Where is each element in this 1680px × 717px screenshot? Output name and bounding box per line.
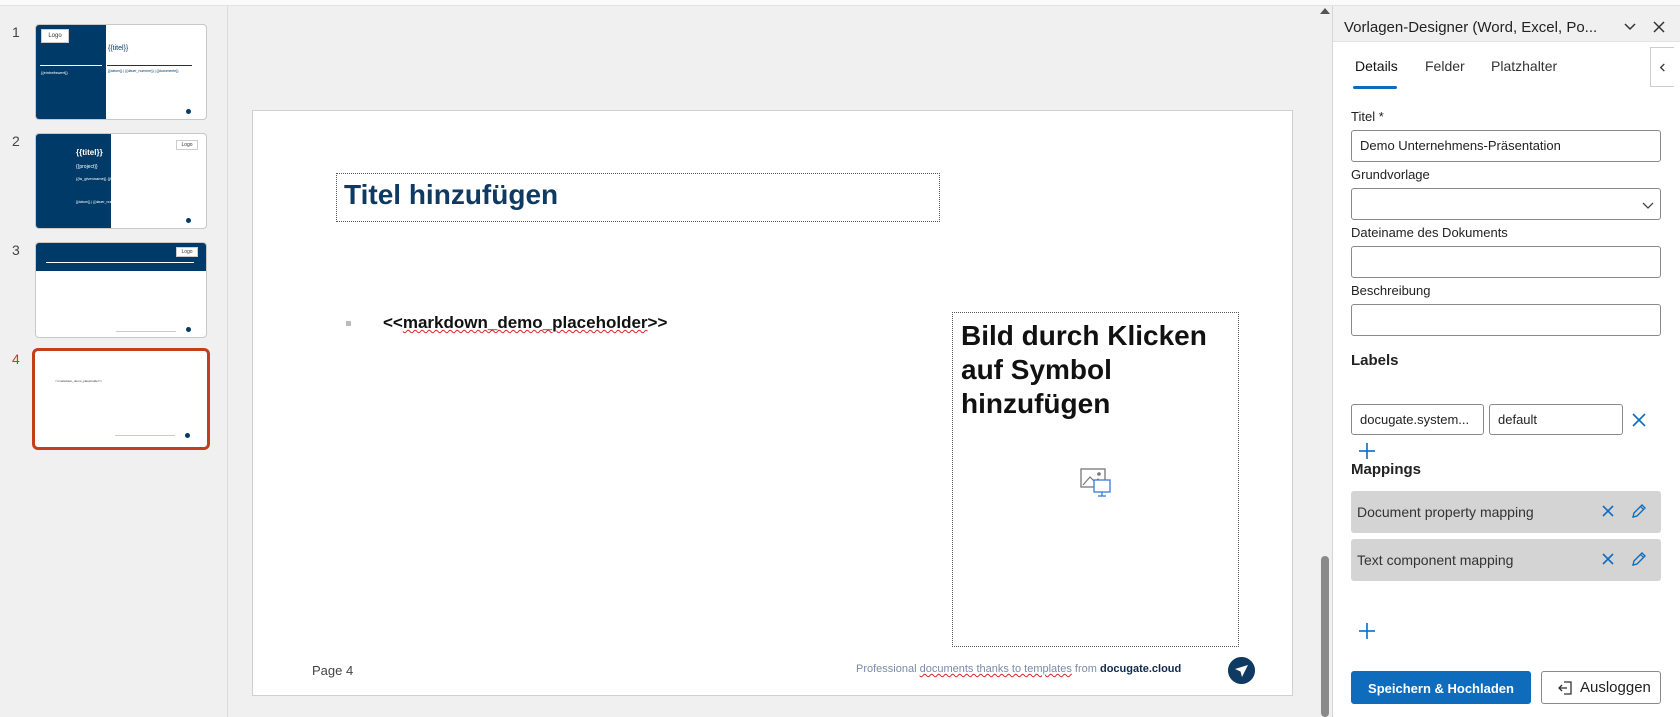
- thumb-meta: {{datum}} | {{dauer_nummer}} | {{documen…: [76, 200, 147, 204]
- titel-input[interactable]: Demo Unternehmens-Präsentation: [1351, 130, 1661, 162]
- labels-heading: Labels: [1351, 352, 1399, 369]
- remove-mapping-icon[interactable]: [1601, 504, 1615, 518]
- content-placeholder[interactable]: <<markdown_demo_placeholder>>: [383, 313, 667, 333]
- title-placeholder[interactable]: Titel hinzufügen: [336, 173, 940, 222]
- slide-footer-text: Professional documents thanks to templat…: [856, 663, 1181, 675]
- image-placeholder-text: Bild durch Klicken auf Symbol hinzufügen: [961, 320, 1207, 419]
- powerpoint-window: 1 Logo {{einheitswert}} {{titel}} {{datu…: [0, 0, 1680, 717]
- footer-prefix: Professional: [856, 663, 920, 675]
- thumbnail-number: 3: [12, 242, 20, 258]
- thumb-logo: Logo: [41, 29, 69, 43]
- thumb-title: {{titel}}: [76, 148, 103, 157]
- chevron-down-icon[interactable]: [1623, 20, 1637, 34]
- pane-tabs: Details Felder Platzhalter: [1333, 42, 1680, 92]
- thumbnail-number: 4: [12, 351, 20, 367]
- bullet-marker: [346, 321, 351, 326]
- thumb-meta: {{datum}} | {{dauer_nummer}} | {{documen…: [108, 69, 179, 73]
- active-tab-indicator: [1353, 86, 1397, 89]
- dateiname-label: Dateiname des Dokuments: [1351, 225, 1508, 240]
- scroll-up-arrow-icon[interactable]: [1320, 8, 1330, 14]
- logout-label: Ausloggen: [1580, 679, 1651, 696]
- beschreibung-label: Beschreibung: [1351, 283, 1431, 298]
- mapping-label: Document property mapping: [1357, 504, 1534, 520]
- content-suffix: >>: [647, 313, 668, 332]
- pane-body: Details Felder Platzhalter Titel * Demo …: [1333, 42, 1680, 717]
- slide-thumbnail-4[interactable]: <<markdown_demo_placeholder>>: [32, 348, 210, 450]
- thumbnail-row-1: 1 Logo {{einheitswert}} {{titel}} {{datu…: [0, 24, 228, 124]
- thumbnail-row-3: 3 Logo: [0, 242, 228, 342]
- image-placeholder[interactable]: Bild durch Klicken auf Symbol hinzufügen: [952, 312, 1239, 647]
- grundvorlage-select[interactable]: [1351, 188, 1661, 220]
- thumb-header-line: [46, 262, 194, 263]
- collapse-pane-button[interactable]: [1650, 47, 1674, 87]
- thumb-footer-line: [115, 435, 175, 436]
- slide-thumbnail-2[interactable]: Logo {{titel}} {{project}} {{fa_givennam…: [35, 133, 207, 229]
- mapping-item[interactable]: Text component mapping: [1351, 539, 1661, 581]
- thumb-logo: Logo: [176, 140, 198, 150]
- logout-icon: [1558, 681, 1572, 695]
- thumb-logo: Logo: [176, 247, 198, 257]
- label-key-input[interactable]: docugate.system...: [1351, 404, 1484, 435]
- remove-mapping-icon[interactable]: [1601, 552, 1615, 566]
- thumb-title-line: [107, 65, 192, 66]
- slide-page-number: Page 4: [312, 663, 354, 678]
- footer-squiggle-text: documents thanks to templates: [919, 663, 1072, 675]
- remove-label-icon[interactable]: [1630, 411, 1648, 429]
- slide-thumbnail-pane[interactable]: 1 Logo {{einheitswert}} {{titel}} {{datu…: [0, 6, 228, 717]
- scrollbar-thumb[interactable]: [1321, 556, 1329, 717]
- docugate-logo-icon: [1228, 657, 1255, 684]
- thumb-names: {{fa_givenname}} {{fa_surname}}: [76, 176, 135, 181]
- slide-editing-canvas[interactable]: Titel hinzufügen <<markdown_demo_placeho…: [229, 6, 1319, 717]
- edit-mapping-icon[interactable]: [1631, 551, 1647, 567]
- thumb-content-line: <<markdown_demo_placeholder>>: [55, 379, 103, 383]
- grundvorlage-label: Grundvorlage: [1351, 167, 1430, 182]
- thumb-footer-dot: [186, 109, 191, 114]
- thumb-divider: [40, 65, 102, 66]
- slide-thumbnail-1[interactable]: Logo {{einheitswert}} {{titel}} {{datum}…: [35, 24, 207, 120]
- save-upload-button[interactable]: Speichern & Hochladen: [1351, 671, 1531, 704]
- footer-brand: docugate.cloud: [1099, 663, 1182, 675]
- thumb-title: {{titel}}: [108, 45, 129, 52]
- thumb-left-text: {{einheitswert}}: [41, 70, 68, 75]
- thumb-footer-dot: [185, 433, 190, 438]
- thumbnail-number: 1: [12, 24, 20, 40]
- thumbnail-row-4: 4 <<markdown_demo_placeholder>>: [0, 348, 228, 451]
- logout-button[interactable]: Ausloggen: [1541, 671, 1661, 704]
- thumbnail-row-2: 2 Logo {{titel}} {{project}} {{fa_givenn…: [0, 133, 228, 233]
- thumb-footer-dot: [186, 218, 191, 223]
- beschreibung-input[interactable]: [1351, 304, 1661, 336]
- thumbnail-number: 2: [12, 133, 20, 149]
- tab-platzhalter[interactable]: Platzhalter: [1491, 58, 1557, 74]
- tab-felder[interactable]: Felder: [1425, 58, 1465, 74]
- footer-mid: from: [1071, 663, 1100, 675]
- dateiname-input[interactable]: [1351, 246, 1661, 278]
- edit-mapping-icon[interactable]: [1631, 503, 1647, 519]
- pane-title: Vorlagen-Designer (Word, Excel, Po...: [1344, 19, 1598, 36]
- current-slide[interactable]: Titel hinzufügen <<markdown_demo_placeho…: [252, 110, 1293, 696]
- tab-details[interactable]: Details: [1355, 58, 1398, 74]
- thumb-footer-dot: [186, 327, 191, 332]
- add-label-icon[interactable]: [1358, 442, 1376, 460]
- mapping-label: Text component mapping: [1357, 552, 1514, 568]
- titel-label: Titel *: [1351, 109, 1384, 124]
- content-placeholder-word: markdown_demo_placeholder: [402, 313, 648, 332]
- thumb-footer-line: [116, 331, 176, 332]
- slide-thumbnail-3[interactable]: Logo: [35, 242, 207, 338]
- template-designer-pane: Vorlagen-Designer (Word, Excel, Po... De…: [1332, 6, 1680, 717]
- mapping-item[interactable]: Document property mapping: [1351, 491, 1661, 533]
- insert-picture-icon[interactable]: [1080, 468, 1112, 498]
- content-prefix: <<: [383, 313, 403, 332]
- pane-header: Vorlagen-Designer (Word, Excel, Po...: [1333, 6, 1680, 42]
- vertical-scrollbar[interactable]: [1319, 6, 1331, 717]
- thumb-project: {{project}}: [76, 164, 98, 170]
- chevron-down-icon: [1642, 202, 1654, 209]
- close-icon[interactable]: [1651, 19, 1667, 35]
- chevron-left-icon: [1659, 63, 1665, 72]
- mappings-heading: Mappings: [1351, 461, 1421, 478]
- label-value-input[interactable]: default: [1489, 404, 1623, 435]
- add-mapping-icon[interactable]: [1358, 622, 1376, 640]
